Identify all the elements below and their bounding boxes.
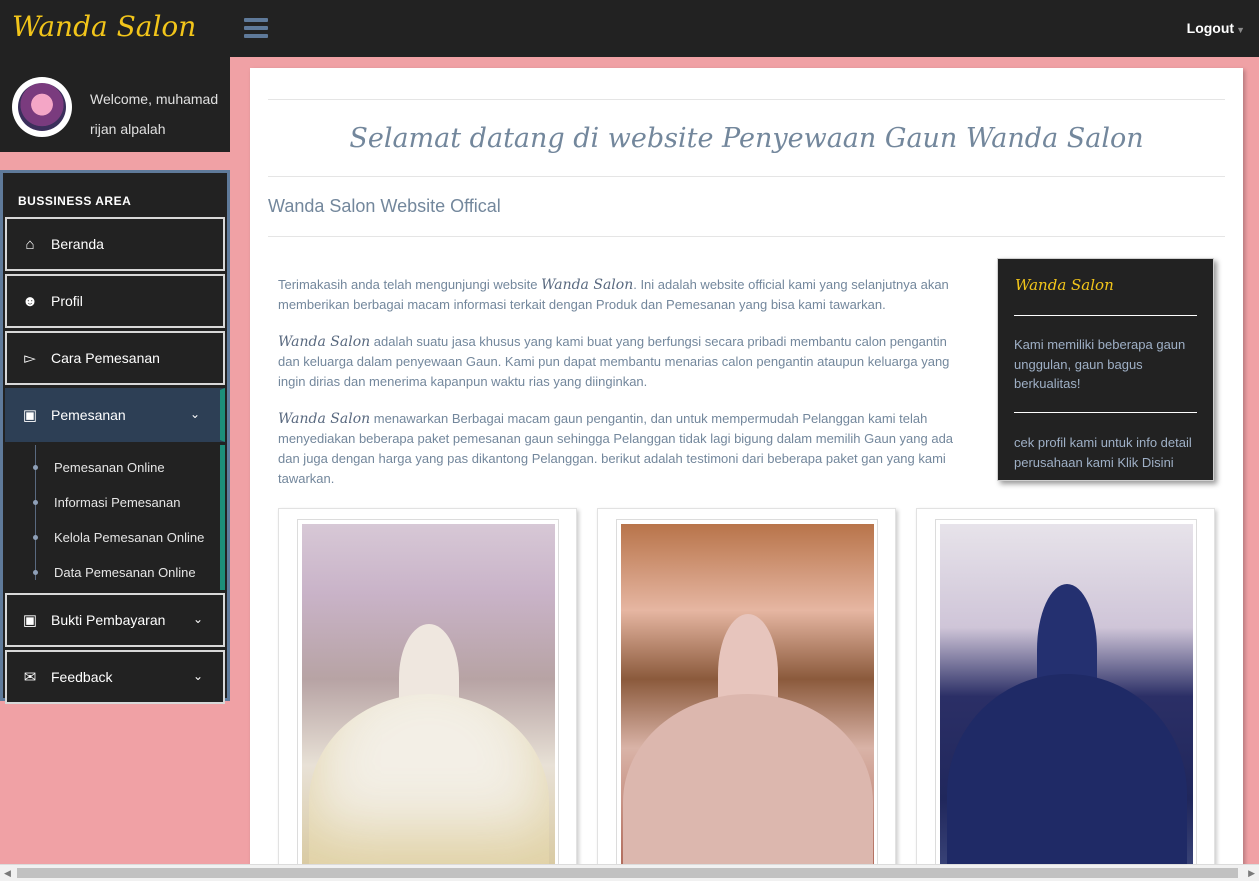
sidebar-item-label: Feedback <box>51 669 113 685</box>
bullet-icon <box>33 535 38 540</box>
info-box-text: Kami memiliki beberapa gaun unggulan, ga… <box>1014 337 1186 391</box>
envelope-icon: ✉ <box>23 669 37 686</box>
chevron-down-icon: ⌄ <box>192 669 203 683</box>
page-subtitle: Wanda Salon Website Offical <box>268 196 501 216</box>
pemesanan-submenu: Pemesanan Online Informasi Pemesanan Kel… <box>5 445 225 590</box>
sidebar-item-label: Pemesanan <box>51 407 126 423</box>
hamburger-icon[interactable] <box>244 18 268 38</box>
sidebar-item-bukti-pembayaran[interactable]: ▣ Bukti Pembayaran ⌄ <box>5 593 225 647</box>
submenu-item-data-pemesanan-online[interactable]: Data Pemesanan Online <box>5 555 220 590</box>
sidebar-item-label: Cara Pemesanan <box>51 350 160 366</box>
avatar-image <box>18 83 66 131</box>
brand-inline: Wanda Salon <box>278 334 371 350</box>
sidebar-item-label: Beranda <box>51 236 104 252</box>
sidebar-item-label: Bukti Pembayaran <box>51 612 166 628</box>
avatar <box>12 77 72 137</box>
user-panel: Welcome, muhamad rijan alpalah <box>0 57 230 152</box>
logout-label: Logout <box>1186 20 1235 36</box>
photo-frame <box>297 519 559 881</box>
sidebar: BUSSINESS AREA ⌂ Beranda ☻ Profil ▻ Cara… <box>0 170 230 704</box>
submenu-item-label: Data Pemesanan Online <box>54 565 196 580</box>
info-box: Wanda Salon Kami memiliki beberapa gaun … <box>997 258 1214 481</box>
testimonial-card <box>916 508 1215 881</box>
photo-frame <box>616 519 878 881</box>
divider <box>1014 315 1197 316</box>
info-box-link[interactable]: cek profil kami untuk info detail perusa… <box>1014 433 1199 472</box>
top-navbar: Wanda Salon Logout ▼ <box>0 0 1259 57</box>
submenu-item-kelola-pemesanan-online[interactable]: Kelola Pemesanan Online <box>5 520 220 555</box>
brand-logo[interactable]: Wanda Salon <box>12 10 196 43</box>
sidebar-item-beranda[interactable]: ⌂ Beranda <box>5 217 225 271</box>
sidebar-section-title: BUSSINESS AREA <box>18 194 132 208</box>
photo-frame <box>935 519 1197 881</box>
cart-icon: ▣ <box>22 407 38 424</box>
testimonial-card <box>597 508 896 881</box>
about-paragraph: Wanda Salon adalah suatu jasa khusus yan… <box>278 332 968 392</box>
gown-photo-navy <box>940 524 1193 869</box>
submenu-item-informasi-pemesanan[interactable]: Informasi Pemesanan <box>5 485 220 520</box>
scroll-left-icon[interactable]: ◀ <box>4 868 11 879</box>
bullet-icon <box>33 500 38 505</box>
scrollbar-thumb[interactable] <box>17 868 1238 878</box>
bullhorn-icon: ▻ <box>24 350 36 367</box>
scroll-right-icon[interactable]: ▶ <box>1248 868 1255 879</box>
bullet-icon <box>33 570 38 575</box>
submenu-item-label: Kelola Pemesanan Online <box>54 530 205 545</box>
divider <box>268 99 1225 100</box>
divider <box>268 236 1225 237</box>
intro-paragraph: Terimakasih anda telah mengunjungi websi… <box>278 275 968 315</box>
divider <box>1014 412 1197 413</box>
offer-paragraph: Wanda Salon menawarkan Berbagai macam ga… <box>278 409 968 489</box>
sidebar-item-profil[interactable]: ☻ Profil <box>5 274 225 328</box>
testimonial-card <box>278 508 577 881</box>
sidebar-item-feedback[interactable]: ✉ Feedback ⌄ <box>5 650 225 704</box>
submenu-item-label: Pemesanan Online <box>54 460 165 475</box>
about-text: adalah suatu jasa khusus yang kami buat … <box>278 334 950 389</box>
info-box-title: Wanda Salon <box>1015 276 1114 294</box>
sidebar-item-pemesanan[interactable]: ▣ Pemesanan ⌄ <box>5 388 225 442</box>
chevron-down-icon: ▼ <box>1236 25 1245 35</box>
cart-icon: ▣ <box>22 612 38 629</box>
main-content: Selamat datang di website Penyewaan Gaun… <box>250 68 1243 881</box>
users-icon: ☻ <box>22 292 38 310</box>
brand-inline: Wanda Salon <box>541 277 634 293</box>
gown-photo-pink <box>621 524 874 869</box>
chevron-down-icon: ⌄ <box>192 612 203 626</box>
gown-photo-white <box>302 524 555 869</box>
horizontal-scrollbar[interactable]: ◀ ▶ <box>0 864 1259 881</box>
welcome-text: Welcome, muhamad rijan alpalah <box>90 91 219 137</box>
divider <box>268 176 1225 177</box>
page-title: Selamat datang di website Penyewaan Gaun… <box>349 123 1144 154</box>
submenu-item-label: Informasi Pemesanan <box>54 495 181 510</box>
bullet-icon <box>33 465 38 470</box>
offer-text: menawarkan Berbagai macam gaun pengantin… <box>278 411 954 486</box>
logout-button[interactable]: Logout ▼ <box>1187 20 1245 36</box>
home-icon: ⌂ <box>25 235 35 253</box>
submenu-item-pemesanan-online[interactable]: Pemesanan Online <box>5 450 220 485</box>
intro-text-a: Terimakasih anda telah mengunjungi websi… <box>278 277 538 292</box>
chevron-down-icon: ⌄ <box>189 407 200 421</box>
sidebar-item-cara-pemesanan[interactable]: ▻ Cara Pemesanan <box>5 331 225 385</box>
brand-inline: Wanda Salon <box>278 411 371 427</box>
sidebar-item-label: Profil <box>51 293 83 309</box>
